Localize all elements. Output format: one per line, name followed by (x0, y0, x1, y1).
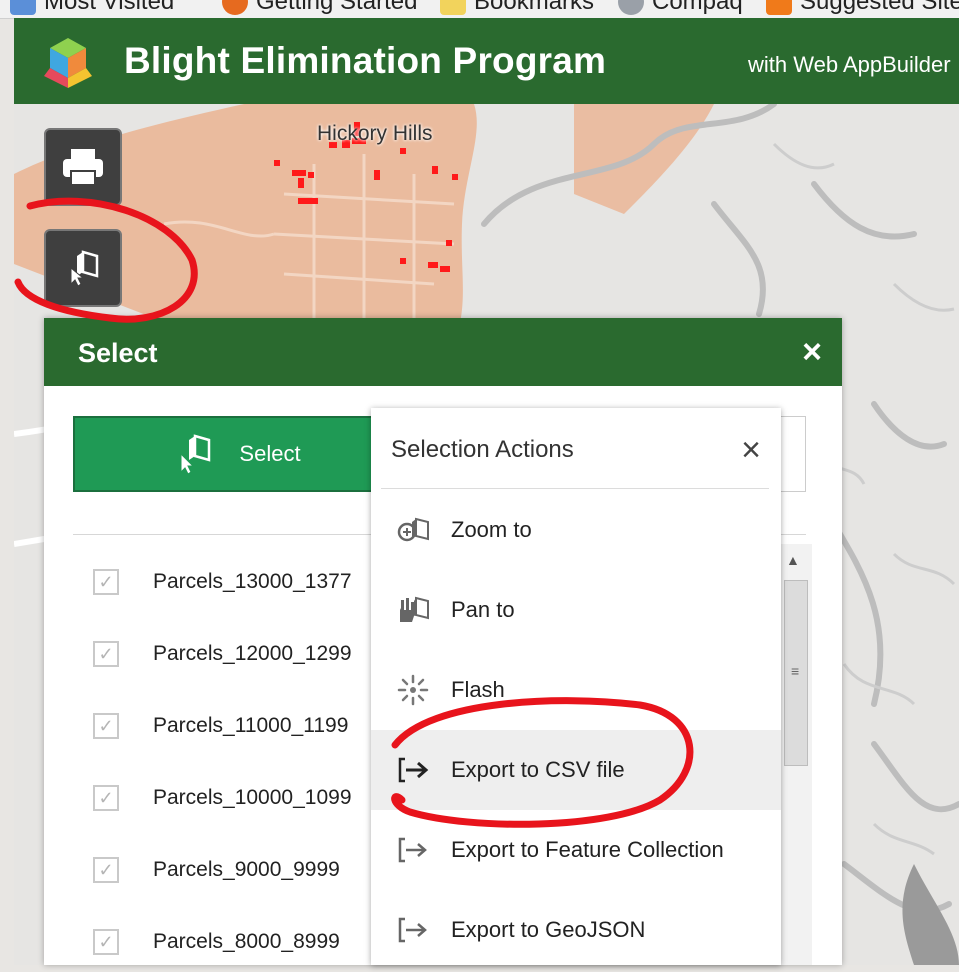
select-panel-title: Select (78, 338, 158, 368)
layer-row[interactable]: ✓ Parcels_11000_1199 (73, 696, 348, 756)
map-place-label: Hickory Hills (317, 122, 433, 145)
selection-actions-popup: Selection Actions × Zoom to Pan to Flash… (371, 408, 781, 965)
bookmark-most-visited[interactable]: Most Visited (10, 0, 174, 16)
action-label: Flash (451, 677, 505, 702)
action-zoom-to[interactable]: Zoom to (371, 490, 781, 570)
layer-label: Parcels_11000_1199 (153, 714, 349, 737)
action-label: Export to GeoJSON (451, 917, 646, 942)
action-label: Export to CSV file (451, 757, 625, 782)
layer-list-scrollbar[interactable]: ▲ ≡ (780, 544, 812, 965)
action-export-geojson[interactable]: Export to GeoJSON (371, 890, 781, 970)
layer-label: Parcels_12000_1299 (153, 642, 352, 665)
pan-hand-icon (395, 592, 431, 628)
grip-icon: ≡ (791, 663, 800, 679)
checkmark-icon: ✓ (98, 571, 114, 592)
layer-checkbox[interactable]: ✓ (93, 713, 119, 739)
select-button-label: Select (239, 441, 301, 466)
select-widget-button[interactable] (44, 229, 122, 307)
bookmarks-toolbar: Most Visited Getting Started Bookmarks C… (0, 0, 959, 19)
bookmark-getting-started[interactable]: Getting Started (222, 0, 417, 16)
checkmark-icon: ✓ (98, 859, 114, 880)
layer-checkbox[interactable]: ✓ (93, 785, 119, 811)
select-tool-icon (180, 434, 211, 475)
globe-icon (618, 0, 644, 15)
actions-divider (381, 488, 769, 489)
bookmark-suggested-sites[interactable]: Suggested Sites (766, 0, 959, 16)
layer-row[interactable]: ✓ Parcels_9000_9999 (73, 840, 340, 900)
app-header: Blight Elimination Program with Web AppB… (14, 18, 959, 104)
checkmark-icon: ✓ (98, 931, 114, 952)
select-button[interactable]: Select (73, 416, 403, 492)
selection-actions-title: Selection Actions (391, 436, 574, 463)
export-icon (395, 832, 431, 868)
export-icon (395, 752, 431, 788)
app-title: Blight Elimination Program (124, 40, 607, 81)
printer-icon (63, 149, 103, 186)
suggested-sites-icon (766, 0, 792, 15)
checkmark-icon: ✓ (98, 643, 114, 664)
action-label: Pan to (451, 597, 515, 622)
select-panel-header: Select × (44, 318, 842, 386)
export-icon (395, 912, 431, 948)
layer-row[interactable]: ✓ Parcels_13000_1377 (73, 552, 352, 612)
folder-icon (440, 0, 466, 15)
action-label: Export to Feature Collection (451, 837, 724, 862)
bookmark-bookmarks[interactable]: Bookmarks (440, 0, 594, 16)
layer-row[interactable]: ✓ Parcels_12000_1299 (73, 624, 352, 684)
action-export-csv[interactable]: Export to CSV file (371, 730, 781, 810)
flash-icon (395, 672, 431, 708)
scrollbar-thumb[interactable]: ≡ (784, 580, 808, 766)
layer-label: Parcels_13000_1377 (153, 570, 352, 593)
layer-checkbox[interactable]: ✓ (93, 569, 119, 595)
checkmark-icon: ✓ (98, 715, 114, 736)
layer-checkbox[interactable]: ✓ (93, 641, 119, 667)
layer-row[interactable]: ✓ Parcels_10000_1099 (73, 768, 352, 828)
action-export-feature-collection[interactable]: Export to Feature Collection (371, 810, 781, 890)
bookmark-compaq[interactable]: Compaq (618, 0, 743, 16)
select-panel-close-button[interactable]: × (802, 332, 822, 372)
layer-label: Parcels_10000_1099 (153, 786, 352, 809)
app-logo-icon (44, 38, 92, 88)
layer-label: Parcels_8000_8999 (153, 930, 340, 953)
action-pan-to[interactable]: Pan to (371, 570, 781, 650)
checkmark-icon: ✓ (98, 787, 114, 808)
zoom-to-icon (395, 512, 431, 548)
layer-checkbox[interactable]: ✓ (93, 929, 119, 955)
firefox-icon (222, 0, 248, 15)
action-flash[interactable]: Flash (371, 650, 781, 730)
selection-actions-close-button[interactable]: × (741, 430, 761, 470)
layer-row[interactable]: ✓ Parcels_8000_8999 (73, 912, 340, 972)
app-subtitle: with Web AppBuilder (748, 52, 951, 77)
action-label: Zoom to (451, 517, 532, 542)
scroll-up-arrow-icon[interactable]: ▲ (786, 552, 800, 568)
bookmark-star-icon (10, 0, 36, 15)
select-tool-icon (70, 250, 99, 287)
layer-label: Parcels_9000_9999 (153, 858, 340, 881)
print-widget-button[interactable] (44, 128, 122, 206)
layer-checkbox[interactable]: ✓ (93, 857, 119, 883)
